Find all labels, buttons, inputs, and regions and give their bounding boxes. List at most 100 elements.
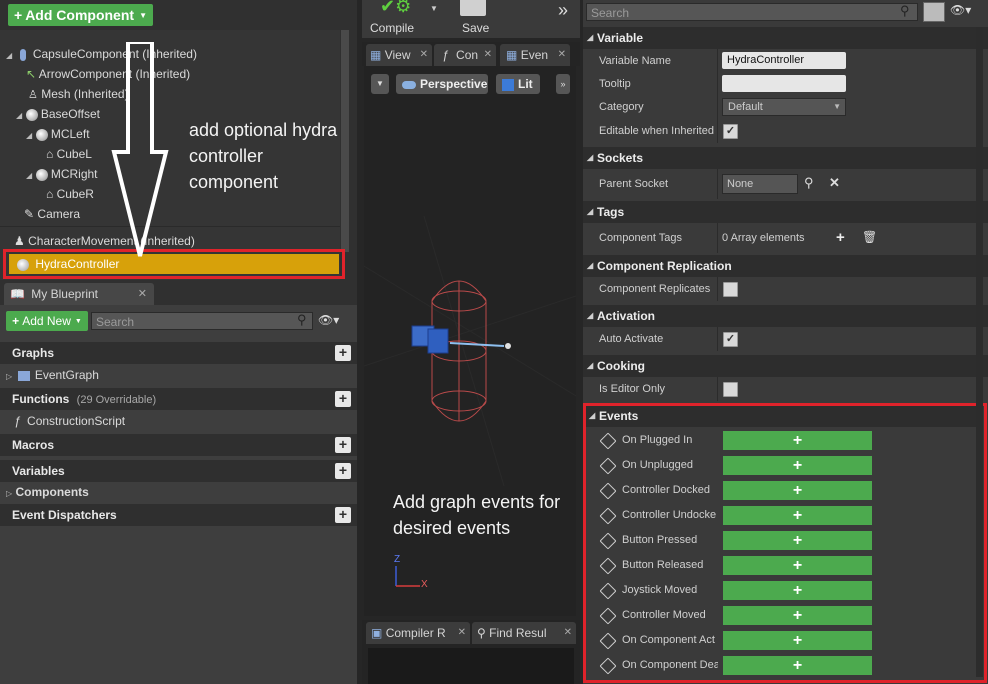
search-icon[interactable]: ⚲ xyxy=(804,175,814,191)
section-label: Variable xyxy=(597,31,644,45)
category-label: Category xyxy=(599,101,644,113)
replicates-label: Component Replicates xyxy=(599,283,711,295)
tree-item-label: MCRight xyxy=(50,167,98,181)
section-sockets[interactable]: ◢ Sockets xyxy=(583,147,988,169)
eye-icon[interactable]: 👁▾ xyxy=(318,313,339,327)
collapse-arrow-icon: ◢ xyxy=(587,261,594,270)
search-icon[interactable]: ⚲ xyxy=(297,312,307,328)
tree-item-cubel[interactable]: ⌂ CubeL xyxy=(46,144,92,164)
search-icon[interactable]: ⚲ xyxy=(900,3,910,19)
tab-event-graph[interactable]: ▦ Even ✕ xyxy=(500,44,570,66)
collapse-arrow-icon: ◢ xyxy=(587,207,594,216)
tooltip-field[interactable] xyxy=(722,75,846,92)
add-function-button[interactable]: + xyxy=(335,391,351,407)
section-label: Tags xyxy=(597,205,625,219)
eye-icon[interactable]: 👁▾ xyxy=(950,3,971,17)
tree-item-label: CubeL xyxy=(56,147,92,161)
details-scrollbar[interactable] xyxy=(976,27,983,677)
list-item-components[interactable]: ▷ Components xyxy=(6,482,89,502)
my-blueprint-panel: 📖 My Blueprint ✕ + Add New ▼ Search ⚲ 👁▾… xyxy=(0,282,357,684)
motion-controller-icon xyxy=(35,168,48,181)
add-component-button[interactable]: + Add Component ▼ xyxy=(8,4,153,26)
add-graph-button[interactable]: + xyxy=(335,345,351,361)
section-activation[interactable]: ◢ Activation xyxy=(583,305,988,327)
add-new-button[interactable]: + Add New ▼ xyxy=(6,311,88,331)
editor-only-checkbox[interactable] xyxy=(723,382,738,397)
details-search-input[interactable]: Search xyxy=(586,3,918,21)
compile-button[interactable]: ✔⚙ Compile xyxy=(368,0,426,38)
close-icon[interactable]: ✕ xyxy=(458,622,466,644)
section-replication[interactable]: ◢ Component Replication xyxy=(583,255,988,277)
bottom-tabs: ▣ Compiler R ✕ ⚲ Find Resul ✕ xyxy=(362,620,580,684)
add-macro-button[interactable]: + xyxy=(335,437,351,453)
tab-compiler-results[interactable]: ▣ Compiler R ✕ xyxy=(366,622,470,644)
toolbar-overflow-icon[interactable]: » xyxy=(558,0,568,21)
tree-item-label: Camera xyxy=(37,207,81,221)
section-tags[interactable]: ◢ Tags xyxy=(583,201,988,223)
tree-item-hydracontroller[interactable]: HydraController xyxy=(9,254,339,274)
section-label: Event Dispatchers xyxy=(12,508,117,522)
section-label: Macros xyxy=(12,438,55,452)
divider xyxy=(0,226,340,227)
tab-label: Even xyxy=(520,48,549,62)
close-icon[interactable]: ✕ xyxy=(138,283,147,305)
replicates-checkbox[interactable] xyxy=(723,282,738,297)
section-variable[interactable]: ◢ Variable xyxy=(583,27,988,49)
property-matrix-icon[interactable] xyxy=(923,2,945,22)
auto-activate-checkbox[interactable]: ✓ xyxy=(723,332,738,347)
tab-find-results[interactable]: ⚲ Find Resul ✕ xyxy=(472,622,576,644)
capsule-icon xyxy=(19,48,26,61)
parent-socket-field[interactable]: None xyxy=(722,174,798,194)
clear-icon[interactable]: ✕ xyxy=(829,175,840,191)
category-value: Default xyxy=(728,101,763,113)
save-button[interactable]: Save xyxy=(456,0,496,38)
tab-my-blueprint[interactable]: 📖 My Blueprint ✕ xyxy=(4,283,154,305)
item-label: ConstructionScript xyxy=(27,414,126,428)
tab-viewport[interactable]: ▦ View ✕ xyxy=(366,44,432,66)
list-item-constructionscript[interactable]: ƒ ConstructionScript xyxy=(14,411,125,431)
variable-name-field[interactable]: HydraController xyxy=(722,52,846,69)
section-functions[interactable]: Functions (29 Overridable) + xyxy=(0,388,357,410)
tab-construction[interactable]: ƒ Con ✕ xyxy=(434,44,496,66)
tree-item-baseoffset[interactable]: ◢ BaseOffset xyxy=(16,104,100,124)
camera-mesh xyxy=(411,325,511,354)
add-element-icon[interactable]: + xyxy=(836,229,845,246)
axis-z-label: Z xyxy=(394,554,401,565)
trash-icon[interactable]: 🗑 xyxy=(862,230,877,244)
tree-item-mcright[interactable]: ◢ MCRight xyxy=(26,164,98,184)
category-row: Category Default ▼ xyxy=(583,95,988,119)
results-body xyxy=(368,648,574,684)
tree-item-cuber[interactable]: ⌂ CubeR xyxy=(46,184,94,204)
list-item-eventgraph[interactable]: ▷ EventGraph xyxy=(6,365,99,385)
blueprint-search-input[interactable]: Search xyxy=(91,312,313,330)
chevron-down-icon: ▼ xyxy=(833,102,841,111)
section-label: Activation xyxy=(597,309,656,323)
category-dropdown[interactable]: Default ▼ xyxy=(722,98,846,116)
section-graphs[interactable]: Graphs + xyxy=(0,342,357,364)
function-icon: ƒ xyxy=(442,48,449,62)
section-event-dispatchers[interactable]: Event Dispatchers + xyxy=(0,504,357,526)
close-icon[interactable]: ✕ xyxy=(558,44,566,66)
tree-item-mcleft[interactable]: ◢ MCLeft xyxy=(26,124,90,144)
editable-checkbox[interactable]: ✓ xyxy=(723,124,738,139)
close-icon[interactable]: ✕ xyxy=(484,44,492,66)
tooltip-label: Tooltip xyxy=(599,78,631,90)
section-macros[interactable]: Macros + xyxy=(0,434,357,456)
add-variable-button[interactable]: + xyxy=(335,463,351,479)
tree-item-camera[interactable]: ✎ Camera xyxy=(24,204,80,224)
section-label: Cooking xyxy=(597,359,645,373)
section-variables[interactable]: Variables + xyxy=(0,460,357,482)
section-cooking[interactable]: ◢ Cooking xyxy=(583,355,988,377)
viewport[interactable]: ▼ Perspective Lit » Z X Add graph events… xyxy=(364,66,576,616)
add-dispatcher-button[interactable]: + xyxy=(335,507,351,523)
expand-arrow-icon: ◢ xyxy=(16,111,23,120)
variable-name-label: Variable Name xyxy=(599,55,671,67)
blueprint-body: + Add New ▼ Search ⚲ 👁▾ Graphs + ▷ Event… xyxy=(0,305,357,684)
close-icon[interactable]: ✕ xyxy=(564,622,572,644)
close-icon[interactable]: ✕ xyxy=(420,44,428,66)
viewport-tabs: ▦ View ✕ ƒ Con ✕ ▦ Even ✕ xyxy=(362,42,580,66)
item-label: EventGraph xyxy=(34,368,99,382)
component-tags-row: Component Tags 0 Array elements + 🗑 xyxy=(583,223,988,253)
tree-scrollbar[interactable] xyxy=(341,30,349,252)
compile-options-chevron-icon[interactable]: ▼ xyxy=(430,4,438,13)
